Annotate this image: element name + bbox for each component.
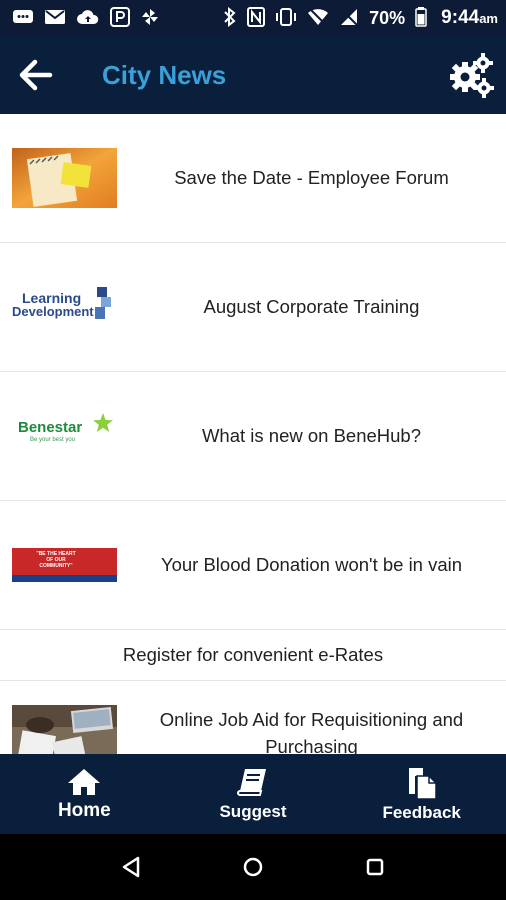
book-icon [237,768,266,796]
system-recents-button[interactable] [355,847,395,887]
nav-suggest[interactable]: Suggest [169,754,338,834]
page-title: City News [102,59,227,90]
nav-feedback-label: Feedback [382,802,461,822]
thumb-logo-name: Benestar [18,419,83,436]
news-item[interactable]: Online Job Aid for Requisitioning and Pu… [0,681,506,754]
news-thumbnail: Learning Development [12,277,117,337]
news-item[interactable]: "BE THE HEART OF OUR COMMUNITY" Your Blo… [0,501,506,630]
system-back-button[interactable] [111,847,151,887]
back-arrow-icon [19,59,53,91]
nav-home[interactable]: Home [0,754,169,834]
home-icon [68,768,101,795]
parking-icon [110,6,130,30]
system-indicators: 70% 9:44am [223,6,498,30]
news-item[interactable]: Register for convenient e-Rates [0,630,506,681]
news-thumbnail [12,148,117,208]
battery-icon [415,6,427,30]
back-button[interactable] [0,36,70,114]
nav-home-label: Home [57,799,111,821]
app-screen: 70% 9:44am City News Save the Date - Emp… [0,0,506,900]
news-thumbnail: "BE THE HEART OF OUR COMMUNITY" [12,548,117,582]
battery-percent: 70% [369,7,406,28]
thumb-banner-strip [12,575,117,582]
news-title: Online Job Aid for Requisitioning and Pu… [159,709,464,754]
wifi-icon [307,7,329,30]
thumb-banner-text: "BE THE HEART OF OUR COMMUNITY" [36,551,76,569]
gears-icon [450,53,494,98]
thumb-logo-tagline: Be your best you [30,437,76,443]
news-thumbnail: Benestar Be your best you [12,406,117,466]
nfc-icon [247,6,266,30]
news-item[interactable]: Save the Date - Employee Forum [0,114,506,243]
triangle-back-icon [122,856,140,878]
news-title: Your Blood Donation won't be in vain [160,553,463,575]
clock-ampm: am [479,11,498,26]
news-item[interactable]: Benestar Be your best you What is new on… [0,372,506,501]
nav-suggest-label: Suggest [219,801,287,821]
clock: 9:44am [441,7,498,29]
system-home-button[interactable] [233,847,273,887]
app-bar: City News [0,36,506,114]
nav-feedback[interactable]: Feedback [337,754,506,834]
status-bar: 70% 9:44am [0,0,506,36]
vibrate-icon [275,7,297,30]
notification-icons [12,6,160,30]
documents-icon [408,767,437,800]
system-navigation-bar [0,834,506,900]
news-title: Register for convenient e-Rates [122,644,384,665]
news-title: August Corporate Training [203,295,420,317]
circle-home-icon [243,857,263,877]
bluetooth-icon [223,6,237,30]
pinwheel-icon [140,7,160,30]
news-title: What is new on BeneHub? [201,424,422,446]
mail-icon [44,8,66,29]
news-thumbnail [12,705,117,754]
bottom-navigation: Home Suggest Feedback [0,754,506,834]
clock-time: 9:44 [441,7,480,28]
news-list: Save the Date - Employee Forum Learning … [0,114,506,754]
signal-icon [339,7,359,30]
news-item[interactable]: Learning Development August Corporate Tr… [0,243,506,372]
cloud-upload-icon [76,8,100,29]
news-title: Save the Date - Employee Forum [174,166,449,188]
square-recents-icon [366,858,384,876]
chat-icon [12,8,34,29]
benestar-logo: Benestar Be your best you [18,420,82,444]
settings-button[interactable] [436,36,506,114]
